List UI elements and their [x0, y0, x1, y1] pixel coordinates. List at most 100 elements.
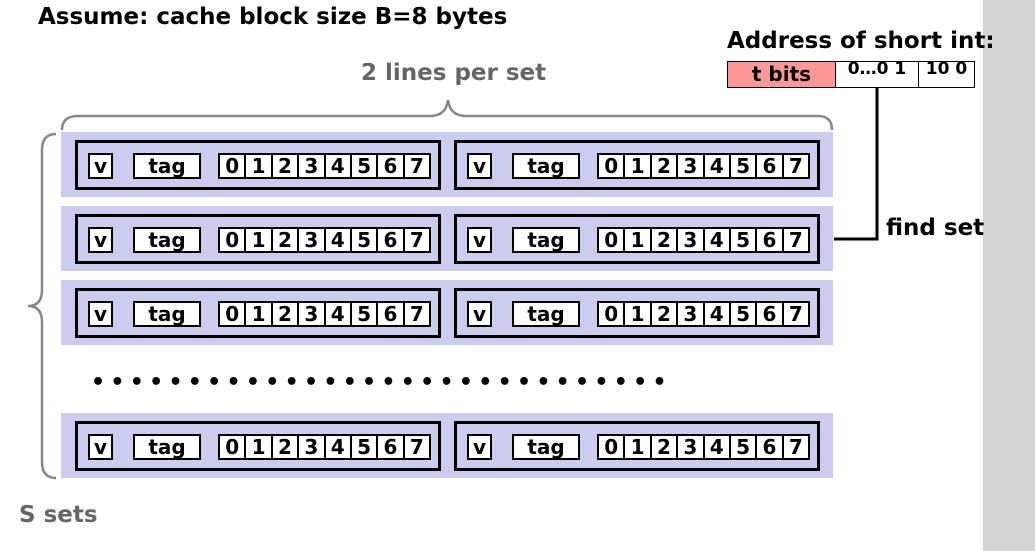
- cache-set: v tag 0 1 2 3 4 5 6 7 v tag 0 1 2 3 4 5 6 7: [61, 132, 833, 197]
- block-bytes: 01234567: [597, 153, 810, 179]
- valid-bit: v: [88, 227, 113, 253]
- byte-cell: 2: [652, 229, 679, 251]
- byte-cell: 4: [326, 155, 352, 177]
- byte-cell: 3: [678, 436, 705, 458]
- byte-cell: 2: [273, 229, 300, 251]
- byte-cell: 0: [599, 303, 626, 325]
- byte-cell: 1: [246, 436, 273, 458]
- tag-field: tag: [512, 434, 580, 460]
- byte-cell: 6: [378, 303, 405, 325]
- byte-cell: 1: [625, 229, 652, 251]
- valid-bit: v: [88, 153, 113, 179]
- tag-field: tag: [133, 153, 201, 179]
- byte-cell: 7: [409, 228, 424, 252]
- byte-cell: 4: [326, 229, 352, 251]
- byte-cell: 1: [625, 436, 652, 458]
- byte-cell: 3: [678, 229, 705, 251]
- block-bytes: 01234567: [218, 153, 431, 179]
- cache-line: v tag 0 1 2 3 4 5 6 7: [75, 288, 441, 338]
- block-bytes: 01234567: [218, 434, 431, 460]
- more-sets-ellipsis: ••••••••••••••••••••••••••••••: [91, 370, 672, 395]
- byte-cell: 1: [625, 303, 652, 325]
- byte-cell: 7: [788, 302, 803, 326]
- byte-cell: 6: [378, 436, 405, 458]
- cache-line: v tag 0 1 2 3 4 5 6 7: [75, 140, 441, 190]
- byte-cell: 0: [220, 436, 247, 458]
- byte-cell: 2: [273, 436, 300, 458]
- block-bytes: 01234567: [597, 301, 810, 327]
- byte-cell: 2: [652, 155, 679, 177]
- byte-cell: 4: [326, 303, 352, 325]
- byte-cell: 5: [352, 229, 379, 251]
- byte-cell: 4: [705, 436, 731, 458]
- valid-bit: v: [88, 301, 113, 327]
- cache-line: v tag 0 1 2 3 4 5 6 7: [75, 214, 441, 264]
- tag-field: tag: [512, 153, 580, 179]
- valid-bit: v: [467, 301, 492, 327]
- byte-cell: 3: [678, 155, 705, 177]
- byte-cell: 3: [299, 155, 326, 177]
- cache-line: v tag 0 1 2 3 4 5 6 7: [454, 421, 820, 471]
- byte-cell: 4: [326, 436, 352, 458]
- byte-cell: 7: [788, 228, 803, 252]
- sets-brace: [27, 132, 57, 480]
- byte-cell: 2: [273, 155, 300, 177]
- valid-bit: v: [467, 227, 492, 253]
- tag-field: tag: [133, 301, 201, 327]
- byte-cell: 5: [352, 436, 379, 458]
- byte-cell: 7: [788, 435, 803, 459]
- byte-cell: 6: [757, 303, 784, 325]
- byte-cell: 3: [678, 303, 705, 325]
- byte-cell: 5: [352, 155, 379, 177]
- byte-cell: 1: [625, 155, 652, 177]
- byte-cell: 6: [757, 436, 784, 458]
- cache-line: v tag 0 1 2 3 4 5 6 7: [75, 421, 441, 471]
- byte-cell: 5: [731, 155, 758, 177]
- byte-cell: 5: [352, 303, 379, 325]
- byte-cell: 2: [652, 436, 679, 458]
- block-bytes: 01234567: [597, 434, 810, 460]
- byte-cell: 2: [273, 303, 300, 325]
- block-bytes: 01234567: [597, 227, 810, 253]
- cache-set: v tag 0 1 2 3 4 5 6 7 v tag 0 1 2 3 4 5 6 7: [61, 280, 833, 345]
- cache-line: v tag 0 1 2 3 4 5 6 7: [454, 214, 820, 264]
- byte-cell: 6: [757, 229, 784, 251]
- byte-cell: 1: [246, 229, 273, 251]
- byte-cell: 0: [599, 229, 626, 251]
- byte-cell: 4: [705, 303, 731, 325]
- byte-cell: 1: [246, 303, 273, 325]
- tag-field: tag: [512, 227, 580, 253]
- lines-per-set-brace: [60, 99, 834, 131]
- byte-cell: 5: [731, 436, 758, 458]
- block-bytes: 01234567: [218, 301, 431, 327]
- byte-cell: 5: [731, 303, 758, 325]
- byte-cell: 0: [220, 229, 247, 251]
- byte-cell: 5: [731, 229, 758, 251]
- find-set-connector: [834, 88, 879, 241]
- byte-cell: 6: [378, 155, 405, 177]
- byte-cell: 0: [220, 303, 247, 325]
- tag-field: tag: [133, 434, 201, 460]
- byte-cell: 7: [788, 154, 803, 178]
- byte-cell: 3: [299, 303, 326, 325]
- cache-line: v tag 0 1 2 3 4 5 6 7: [454, 140, 820, 190]
- cache-line: v tag 0 1 2 3 4 5 6 7: [454, 288, 820, 338]
- byte-cell: 3: [299, 436, 326, 458]
- byte-cell: 7: [409, 154, 424, 178]
- tag-field: tag: [133, 227, 201, 253]
- byte-cell: 0: [599, 436, 626, 458]
- valid-bit: v: [467, 153, 492, 179]
- byte-cell: 6: [378, 229, 405, 251]
- tag-field: tag: [512, 301, 580, 327]
- valid-bit: v: [88, 434, 113, 460]
- valid-bit: v: [467, 434, 492, 460]
- byte-cell: 7: [409, 302, 424, 326]
- byte-cell: 4: [705, 229, 731, 251]
- byte-cell: 3: [299, 229, 326, 251]
- byte-cell: 0: [599, 155, 626, 177]
- block-bytes: 01234567: [218, 227, 431, 253]
- byte-cell: 4: [705, 155, 731, 177]
- byte-cell: 1: [246, 155, 273, 177]
- byte-cell: 2: [652, 303, 679, 325]
- byte-cell: 0: [220, 155, 247, 177]
